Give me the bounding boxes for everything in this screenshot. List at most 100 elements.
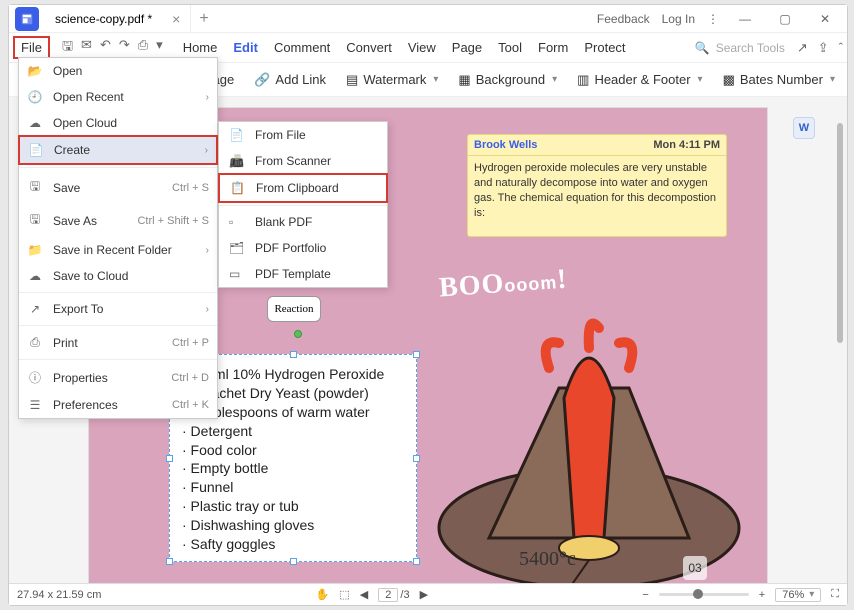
zoom-slider[interactable]	[659, 593, 749, 596]
print-icon: ⎙	[27, 335, 43, 350]
share-icon[interactable]: ⇪	[818, 40, 829, 56]
undo-icon[interactable]: ↶	[100, 37, 111, 59]
tab-comment[interactable]: Comment	[274, 40, 330, 55]
menu-save-as[interactable]: 🖫Save AsCtrl + Shift + S	[19, 204, 217, 237]
menu-properties[interactable]: ⓘPropertiesCtrl + D	[19, 363, 217, 392]
prev-page-icon[interactable]: ◀	[360, 588, 368, 601]
tab-protect[interactable]: Protect	[584, 40, 625, 55]
print-icon[interactable]: ⎙	[138, 37, 148, 59]
resize-handle-tm[interactable]	[290, 351, 297, 358]
menu-open-cloud[interactable]: ☁Open Cloud	[19, 110, 217, 136]
watermark-button[interactable]: ▤ Watermark▾	[346, 72, 438, 88]
app-window: science-copy.pdf * × + Feedback Log In ⋮…	[8, 4, 848, 606]
bates-number-button[interactable]: ▩ Bates Number▾	[723, 72, 835, 88]
resize-handle-bl[interactable]	[166, 558, 173, 565]
blank-icon: ▫	[229, 215, 245, 229]
create-icon: 📄	[28, 143, 44, 157]
note-body: Hydrogen peroxide molecules are very uns…	[468, 156, 726, 236]
menu-preferences[interactable]: ☰PreferencesCtrl + K	[19, 392, 217, 418]
cloud-up-icon: ☁	[27, 269, 43, 283]
tab-convert[interactable]: Convert	[346, 40, 392, 55]
zoom-out-icon[interactable]: −	[642, 589, 648, 601]
tab-edit[interactable]: Edit	[233, 40, 258, 55]
select-tool-icon[interactable]: ⬚	[339, 588, 349, 601]
template-icon: ▭	[229, 267, 245, 281]
kebab-icon[interactable]: ⋮	[707, 12, 719, 26]
close-button[interactable]: ✕	[811, 8, 839, 30]
zoom-level[interactable]: 76%▾	[775, 588, 821, 602]
menu-save-recent-folder[interactable]: 📁Save in Recent Folder›	[19, 237, 217, 263]
open-external-icon[interactable]: ↗	[797, 40, 808, 56]
new-tab-button[interactable]: +	[199, 10, 208, 28]
tab-view[interactable]: View	[408, 40, 436, 55]
create-pdf-portfolio[interactable]: 🗂PDF Portfolio	[219, 235, 387, 261]
tab-home[interactable]: Home	[183, 40, 218, 55]
ingredient-line: · Safty goggles	[182, 535, 404, 554]
page-indicator[interactable]: 2 /3	[378, 588, 409, 602]
ingredient-line: · Detergent	[182, 422, 404, 441]
menu-save-cloud[interactable]: ☁Save to Cloud	[19, 263, 217, 289]
link-icon: 🔗	[254, 72, 270, 88]
resize-handle-bm[interactable]	[290, 558, 297, 565]
more-icon[interactable]: ▾	[156, 37, 163, 59]
menu-separator	[19, 359, 217, 360]
volcano-illustration	[429, 308, 769, 583]
create-blank-pdf[interactable]: ▫Blank PDF	[219, 209, 387, 235]
login-link[interactable]: Log In	[662, 12, 695, 26]
menu-separator	[19, 292, 217, 293]
menu-print[interactable]: ⎙PrintCtrl + P	[19, 329, 217, 356]
tab-form[interactable]: Form	[538, 40, 568, 55]
resize-handle-ml[interactable]	[166, 455, 173, 462]
menu-open-recent[interactable]: 🕘Open Recent›	[19, 84, 217, 110]
add-link-button[interactable]: 🔗 Add Link	[254, 72, 326, 88]
menu-separator	[19, 167, 217, 168]
menu-open[interactable]: 📂Open	[19, 58, 217, 84]
recent-icon: 🕘	[27, 90, 43, 104]
fit-page-icon[interactable]: ⛶	[831, 588, 839, 601]
feedback-link[interactable]: Feedback	[597, 12, 650, 26]
app-logo-icon	[15, 7, 39, 31]
background-button[interactable]: ▦ Background▾	[458, 72, 557, 88]
minimize-button[interactable]: —	[731, 8, 759, 30]
tab-close-icon[interactable]: ×	[172, 11, 180, 27]
create-from-file[interactable]: 📄From File	[219, 122, 387, 148]
redo-icon[interactable]: ↷	[119, 37, 130, 59]
resize-handle-tr[interactable]	[413, 351, 420, 358]
create-from-scanner[interactable]: 📠From Scanner	[219, 148, 387, 174]
tab-tool[interactable]: Tool	[498, 40, 522, 55]
create-from-clipboard[interactable]: 📋From Clipboard	[218, 173, 388, 203]
document-tab[interactable]: science-copy.pdf * ×	[45, 5, 191, 32]
menu-separator	[219, 205, 387, 206]
resize-handle-mr[interactable]	[413, 455, 420, 462]
search-tools[interactable]: 🔍 Search Tools	[695, 41, 785, 55]
search-icon: 🔍	[695, 41, 710, 55]
saveas-icon: 🖫	[27, 210, 43, 231]
next-page-icon[interactable]: ▶	[420, 588, 428, 601]
create-pdf-template[interactable]: ▭PDF Template	[219, 261, 387, 287]
maximize-button[interactable]: ▢	[771, 8, 799, 30]
resize-handle-br[interactable]	[413, 558, 420, 565]
hand-tool-icon[interactable]: ✋	[316, 588, 330, 601]
zoom-in-icon[interactable]: +	[759, 589, 765, 601]
scanner-icon: 📠	[229, 154, 245, 168]
menu-export-to[interactable]: ↗Export To›	[19, 296, 217, 322]
boom-text: BOOooom!	[438, 264, 568, 305]
info-icon: ⓘ	[27, 369, 43, 386]
save-icon[interactable]: 🖫	[62, 37, 73, 59]
tab-page[interactable]: Page	[452, 40, 482, 55]
statusbar: 27.94 x 21.59 cm ✋ ⬚ ◀ 2 /3 ▶ − + 76%▾ ⛶	[9, 583, 847, 605]
export-icon: ↗	[27, 302, 43, 316]
convert-word-badge[interactable]: W	[793, 117, 815, 139]
mail-icon[interactable]: ✉	[81, 37, 92, 59]
header-footer-button[interactable]: ▥ Header & Footer▾	[577, 72, 702, 88]
zoom-thumb[interactable]	[693, 589, 703, 599]
file-menu-button[interactable]: File	[13, 36, 50, 59]
menu-create[interactable]: 📄Create›	[18, 135, 218, 165]
rotate-handle[interactable]	[294, 330, 302, 338]
save-icon: 🖫	[27, 177, 43, 198]
vertical-scrollbar[interactable]	[837, 123, 843, 343]
comment-note[interactable]: Brook Wells Mon 4:11 PM Hydrogen peroxid…	[467, 134, 727, 237]
collapse-ribbon-icon[interactable]: ˆ	[839, 40, 843, 56]
page-dimensions: 27.94 x 21.59 cm	[17, 589, 101, 601]
menu-save[interactable]: 🖫SaveCtrl + S	[19, 171, 217, 204]
